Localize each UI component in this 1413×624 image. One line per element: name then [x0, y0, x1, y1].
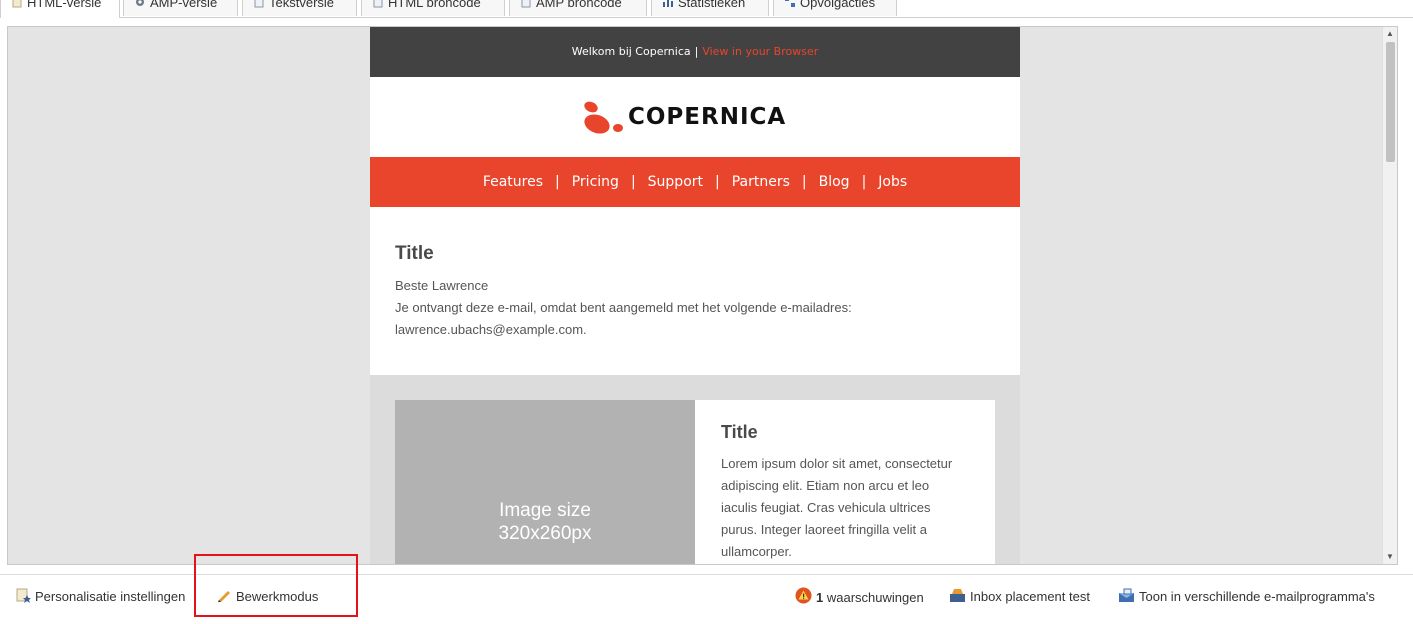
- view-in-browser-link[interactable]: View in your Browser: [702, 45, 818, 58]
- nav-divider: |: [555, 174, 560, 190]
- welcome-text: Welkom bij Copernica: [571, 45, 691, 58]
- copernica-logo-icon: [580, 99, 626, 135]
- email-topbar: Welkom bij Copernica | View in your Browse…: [370, 27, 1020, 77]
- tab-html-broncode[interactable]: HTML broncode: [361, 0, 505, 16]
- card-line: ullamcorper.: [721, 544, 792, 559]
- card-line: purus. Integer laoreet fringilla velit a: [721, 522, 927, 537]
- card-line: Lorem ipsum dolor sit amet, consectetur: [721, 456, 953, 471]
- flow-icon: [784, 0, 796, 7]
- nav-divider: |: [715, 174, 720, 190]
- logo-text: COPERNICA: [628, 104, 787, 130]
- image-placeholder: Image size 320x260px: [395, 400, 695, 564]
- logo-area: COPERNICA: [370, 77, 1020, 157]
- personalisation-icon: [16, 588, 31, 609]
- scroll-up-arrow-icon[interactable]: ▲: [1383, 27, 1397, 41]
- tab-tekstversie[interactable]: Tekstversie: [242, 0, 357, 16]
- warnings-count: 1: [816, 590, 824, 605]
- email-clients-icon: [1118, 588, 1135, 609]
- nav-divider: |: [861, 174, 867, 190]
- intro-section: Title Beste Lawrence Je ontvangt deze e-…: [370, 207, 1020, 375]
- warning-icon: [795, 587, 812, 610]
- email-preview: Welkom bij Copernica | View in your Browse…: [370, 27, 1020, 564]
- bar-chart-icon: [662, 0, 674, 7]
- card-title: Title: [721, 422, 758, 442]
- document-icon: [11, 0, 23, 8]
- intro-greeting: Beste Lawrence: [395, 278, 489, 293]
- intro-email: lawrence.ubachs@example.com.: [395, 322, 587, 337]
- vertical-scrollbar[interactable]: ▲ ▼: [1382, 27, 1397, 564]
- nav-link-partners[interactable]: Partners: [732, 174, 790, 190]
- warnings-label: waarschuwingen: [826, 590, 924, 605]
- topbar-separator: |: [694, 45, 699, 58]
- intro-title: Title: [395, 243, 434, 264]
- personalisation-settings-button[interactable]: Personalisatie instellingen: [16, 587, 185, 607]
- nav-link-features[interactable]: Features: [483, 174, 543, 190]
- card-line: iaculis feugiat. Cras vehicula ultrices: [721, 500, 931, 515]
- nav-link-pricing[interactable]: Pricing: [572, 174, 619, 190]
- gear-icon: [134, 0, 146, 6]
- inbox-icon: [949, 588, 966, 609]
- nav-link-support[interactable]: Support: [648, 174, 703, 190]
- warnings-button[interactable]: 1 waarschuwingen: [795, 587, 924, 607]
- scroll-down-arrow-icon[interactable]: ▼: [1383, 550, 1397, 564]
- nav-link-blog[interactable]: Blog: [819, 174, 850, 190]
- intro-body: Je ontvangt deze e-mail, omdat bent aang…: [395, 300, 852, 315]
- tab-bar: HTML-versie AMP-versie Tekstversie HTML …: [0, 0, 1413, 18]
- text-card: Title Lorem ipsum dolor sit amet, consec…: [695, 400, 995, 564]
- email-nav: Features | Pricing | Support | Partners | Blog | J…: [370, 157, 1020, 207]
- inbox-placement-test-button[interactable]: Inbox placement test: [949, 587, 1090, 607]
- image-dimensions-label: 320x260px: [498, 523, 592, 544]
- edit-mode-highlight-box: [194, 554, 358, 617]
- card-line: adipiscing elit. Etiam non arcu et leo: [721, 478, 930, 493]
- scroll-thumb[interactable]: [1386, 42, 1395, 162]
- text-document-icon: [253, 0, 265, 8]
- tab-opvolgacties[interactable]: Opvolgacties: [773, 0, 897, 16]
- tab-html-versie[interactable]: HTML-versie: [0, 0, 120, 18]
- nav-divider: |: [630, 174, 636, 190]
- tab-amp-broncode[interactable]: AMP broncode: [509, 0, 647, 16]
- code-document-icon: [520, 0, 532, 8]
- tab-amp-versie[interactable]: AMP-versie: [123, 0, 238, 16]
- show-in-email-clients-button[interactable]: Toon in verschillende e-mailprogramma's: [1118, 587, 1375, 607]
- tab-statistieken[interactable]: Statistieken: [651, 0, 769, 16]
- image-size-label: Image size: [499, 500, 591, 521]
- content-block: Image size 320x260px Title Lorem ipsum d…: [370, 375, 1020, 564]
- code-document-icon: [372, 0, 384, 8]
- email-preview-frame[interactable]: Welkom bij Copernica | View in your Browse…: [7, 26, 1398, 565]
- nav-link-jobs[interactable]: Jobs: [878, 174, 907, 190]
- nav-divider: |: [801, 174, 807, 190]
